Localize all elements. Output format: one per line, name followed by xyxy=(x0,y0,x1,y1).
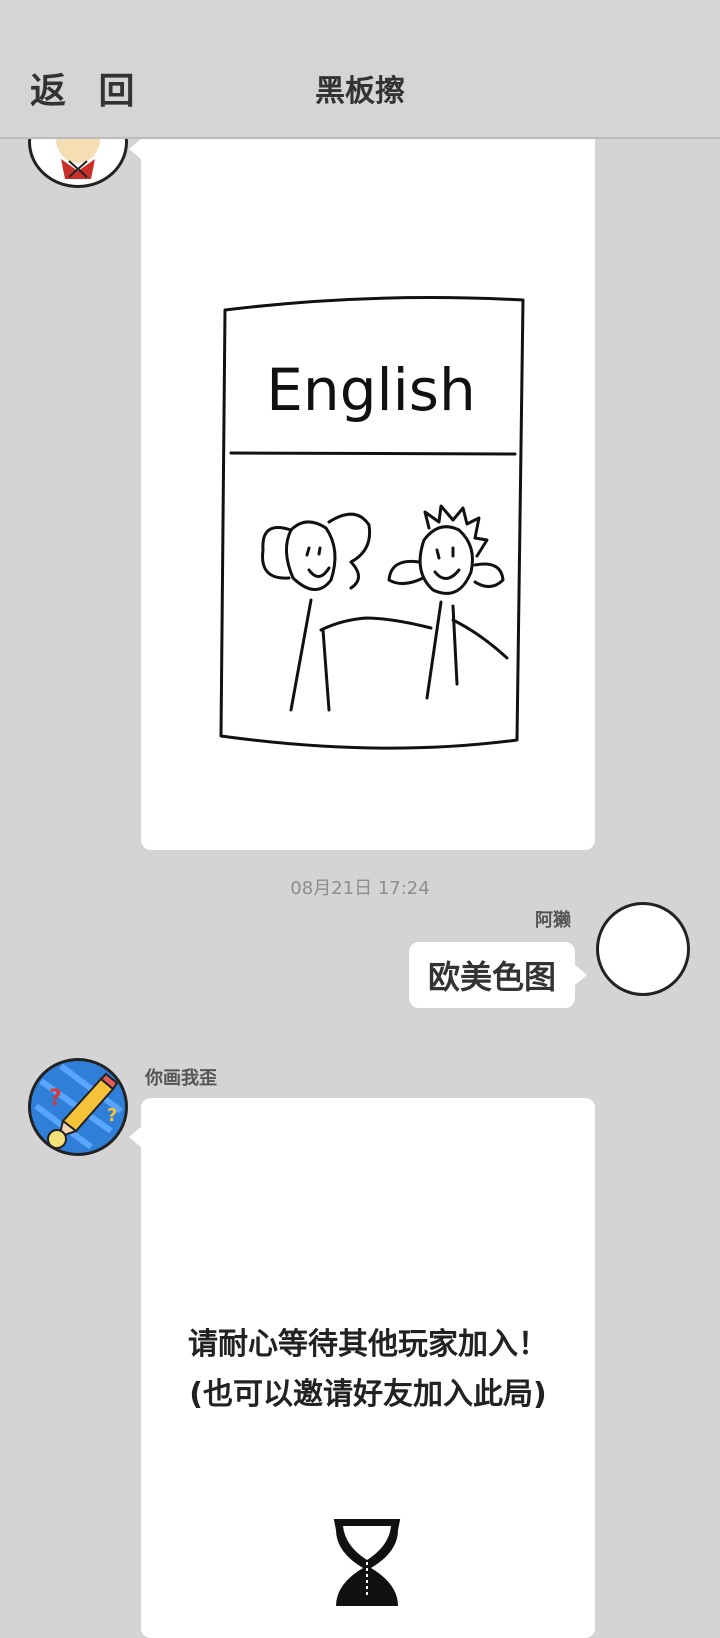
page-title: 黑板擦 xyxy=(315,74,405,109)
pencil-icon: ? ? xyxy=(34,1063,123,1150)
user-avatar[interactable] xyxy=(596,902,690,996)
user-message-text: 欧美色图 xyxy=(427,958,556,996)
svg-text:?: ? xyxy=(107,1105,117,1126)
waiting-line-1: 请耐心等待其他玩家加入！ xyxy=(188,1327,548,1362)
drawing-canvas: English xyxy=(219,296,525,750)
message-timestamp: 08月21日 17:24 xyxy=(290,878,430,899)
drawing-caption: English xyxy=(266,356,475,424)
system-message-bubble: 请耐心等待其他玩家加入！ (也可以邀请好友加入此局) xyxy=(129,1098,595,1638)
svg-text:?: ? xyxy=(49,1086,62,1111)
user-name: 阿獭 xyxy=(535,910,571,931)
app-avatar[interactable]: ? ? xyxy=(28,1058,128,1156)
top-bar: 返 回 黑板擦 xyxy=(0,0,720,139)
waiting-line-2: (也可以邀请好友加入此局) xyxy=(189,1377,547,1412)
drawing-bubble: English xyxy=(129,110,595,850)
user-message-bubble: 欧美色图 xyxy=(409,942,587,1008)
hourglass-icon xyxy=(333,1519,401,1606)
app-name: 你画我歪 xyxy=(145,1068,217,1089)
